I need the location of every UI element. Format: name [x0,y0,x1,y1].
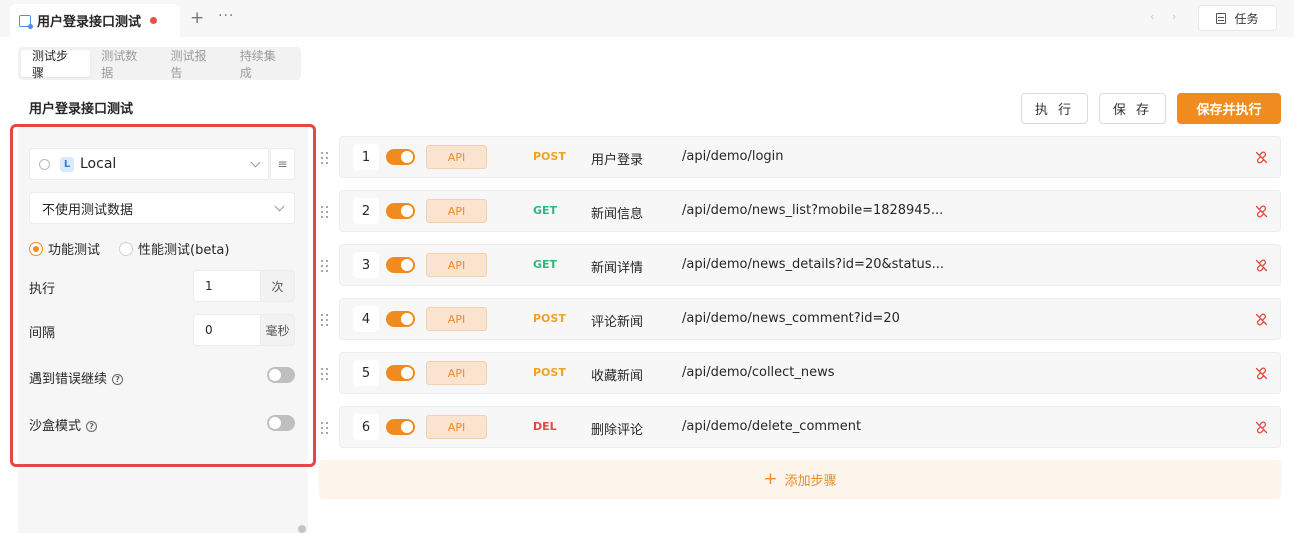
highlight-box [10,124,316,467]
step-number: 5 [353,360,379,386]
step-row[interactable]: 5 API POST 收藏新闻/api/demo/collect_news [339,352,1281,394]
save-and-execute-button[interactable]: 保存并执行 [1177,93,1281,124]
tab-continuous-integration[interactable]: 持续集成 [229,49,298,80]
step-type-badge: API [426,199,487,223]
drag-handle-icon[interactable] [321,314,329,326]
step-path: /api/demo/login [682,149,784,164]
step-type-badge: API [426,307,487,331]
tab-title: 用户登录接口测试 [37,15,142,30]
unlink-icon[interactable] [1255,151,1268,164]
drag-handle-icon[interactable] [321,206,329,218]
step-enabled-toggle[interactable] [386,365,415,381]
step-row[interactable]: 3 API GET 新闻详情/api/demo/news_details?id=20&… [339,244,1281,286]
sub-tabs: 测试步骤 测试数据 测试报告 持续集成 [18,47,301,80]
step-enabled-toggle[interactable] [386,419,415,435]
http-method: POST [533,366,566,379]
tab-test-steps[interactable]: 测试步骤 [21,49,91,80]
step-enabled-toggle[interactable] [386,203,415,219]
step-name: 新闻详情 [591,261,644,276]
step-number: 1 [353,144,379,170]
scrollbar-thumb[interactable] [298,525,306,533]
http-method: DEL [533,420,557,433]
page-title: 用户登录接口测试 [29,102,134,117]
tab-test-report[interactable]: 测试报告 [160,49,229,80]
execute-button[interactable]: 执 行 [1021,93,1088,124]
add-tab-icon[interactable]: + [190,9,204,27]
plus-icon: + [763,469,778,489]
step-enabled-toggle[interactable] [386,149,415,165]
step-number: 3 [353,252,379,278]
api-doc-icon [19,14,33,29]
task-label: 任务 [1234,11,1259,26]
step-number: 6 [353,414,379,440]
step-row[interactable]: 2 API GET 新闻信息/api/demo/news_list?mobile=18… [339,190,1281,232]
more-tabs-icon[interactable]: ··· [218,8,234,24]
tab-test-data[interactable]: 测试数据 [90,49,159,80]
drag-handle-icon[interactable] [321,152,329,164]
step-enabled-toggle[interactable] [386,257,415,273]
http-method: GET [533,258,558,271]
unsaved-dot-icon [150,17,158,24]
step-name: 用户登录 [591,153,644,168]
step-name: 删除评论 [591,423,644,438]
step-name: 收藏新闻 [591,369,644,384]
step-path: /api/demo/news_comment?id=20 [682,311,900,326]
http-method: POST [533,150,566,163]
drag-handle-icon[interactable] [321,368,329,380]
tab-user-login-test[interactable]: 用户登录接口测试 [10,4,180,37]
step-name: 新闻信息 [591,207,644,222]
step-type-badge: API [426,145,487,169]
step-row[interactable]: 4 API POST 评论新闻/api/demo/news_comment?id=20 [339,298,1281,340]
unlink-icon[interactable] [1255,421,1268,434]
http-method: POST [533,312,566,325]
task-list-icon [1216,12,1227,24]
step-name: 评论新闻 [591,315,644,330]
unlink-icon[interactable] [1255,259,1268,272]
drag-handle-icon[interactable] [321,422,329,434]
unlink-icon[interactable] [1255,367,1268,380]
drag-handle-icon[interactable] [321,260,329,272]
step-type-badge: API [426,361,487,385]
save-button[interactable]: 保 存 [1099,93,1166,124]
step-row[interactable]: 6 API DEL 删除评论/api/demo/delete_comment [339,406,1281,448]
step-path: /api/demo/collect_news [682,365,835,380]
next-tab-icon[interactable]: › [1172,10,1176,23]
tab-bar: 用户登录接口测试 + ··· ‹ › 任务 [0,0,1294,37]
add-step-button[interactable]: + 添加步骤 [319,460,1281,499]
add-step-label: 添加步骤 [784,474,837,489]
step-enabled-toggle[interactable] [386,311,415,327]
prev-tab-icon[interactable]: ‹ [1150,10,1154,23]
step-row[interactable]: 1 API POST 用户登录/api/demo/login [339,136,1281,178]
step-path: /api/demo/news_list?mobile=1828945... [682,203,944,218]
step-type-badge: API [426,253,487,277]
task-button[interactable]: 任务 [1198,5,1277,31]
http-method: GET [533,204,558,217]
unlink-icon[interactable] [1255,313,1268,326]
step-number: 2 [353,198,379,224]
step-type-badge: API [426,415,487,439]
unlink-icon[interactable] [1255,205,1268,218]
step-path: /api/demo/news_details?id=20&status... [682,257,944,272]
step-number: 4 [353,306,379,332]
step-path: /api/demo/delete_comment [682,419,862,434]
